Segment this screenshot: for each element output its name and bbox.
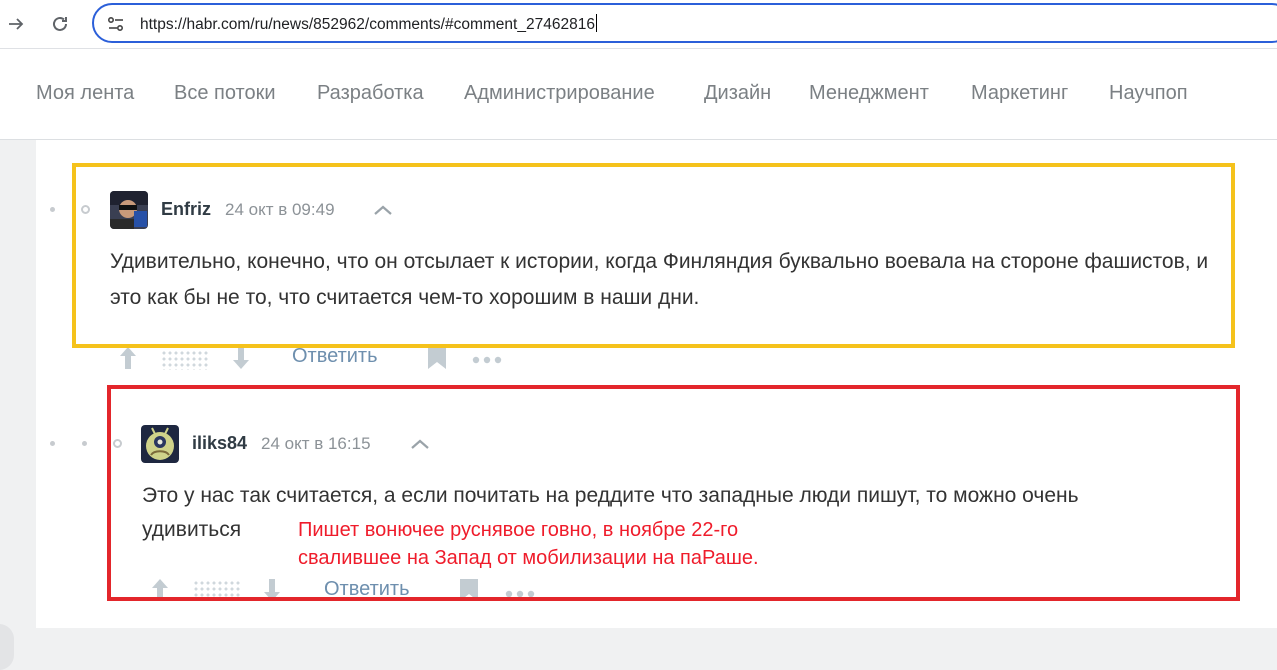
annotation-line: Пишет вонючее руснявое говно, в ноябре 2…	[298, 519, 739, 541]
scroll-handle[interactable]	[0, 624, 14, 670]
highlight-box-yellow	[72, 163, 1235, 348]
page-gutter	[0, 140, 36, 670]
more-options-icon[interactable]	[472, 352, 502, 370]
site-settings-icon[interactable]	[106, 14, 126, 34]
thread-dot	[50, 207, 55, 212]
nav-item-marketing[interactable]: Маркетинг	[971, 82, 1068, 105]
nav-item-my-feed[interactable]: Моя лента	[36, 82, 134, 105]
annotation-line: свалившее на Запад от мобилизации на паР…	[298, 547, 759, 569]
habr-flows-nav: Моя лента Все потоки Разработка Админист…	[0, 49, 1277, 140]
thread-dot	[50, 441, 55, 446]
bookmark-icon[interactable]	[427, 346, 447, 375]
forward-arrow-icon[interactable]	[2, 10, 30, 38]
upvote-arrow-icon[interactable]	[119, 346, 137, 375]
address-bar[interactable]: https://habr.com/ru/news/852962/comments…	[92, 3, 1277, 43]
url-text[interactable]: https://habr.com/ru/news/852962/comments…	[140, 14, 597, 34]
annotation-text: Пишет вонючее руснявое говно, в ноябре 2…	[298, 516, 759, 572]
nav-item-management[interactable]: Менеджмент	[809, 82, 929, 105]
thread-dot	[82, 441, 87, 446]
nav-item-design[interactable]: Дизайн	[704, 82, 771, 105]
rating-score-hidden	[161, 350, 209, 370]
reply-button[interactable]: Ответить	[292, 345, 378, 368]
nav-item-all-flows[interactable]: Все потоки	[174, 82, 276, 105]
browser-toolbar: https://habr.com/ru/news/852962/comments…	[0, 0, 1277, 49]
downvote-arrow-icon[interactable]	[232, 346, 250, 375]
nav-item-popsci[interactable]: Научпоп	[1109, 82, 1188, 105]
reload-icon[interactable]	[46, 10, 74, 38]
nav-item-administration[interactable]: Администрирование	[464, 82, 655, 105]
nav-item-development[interactable]: Разработка	[317, 82, 424, 105]
